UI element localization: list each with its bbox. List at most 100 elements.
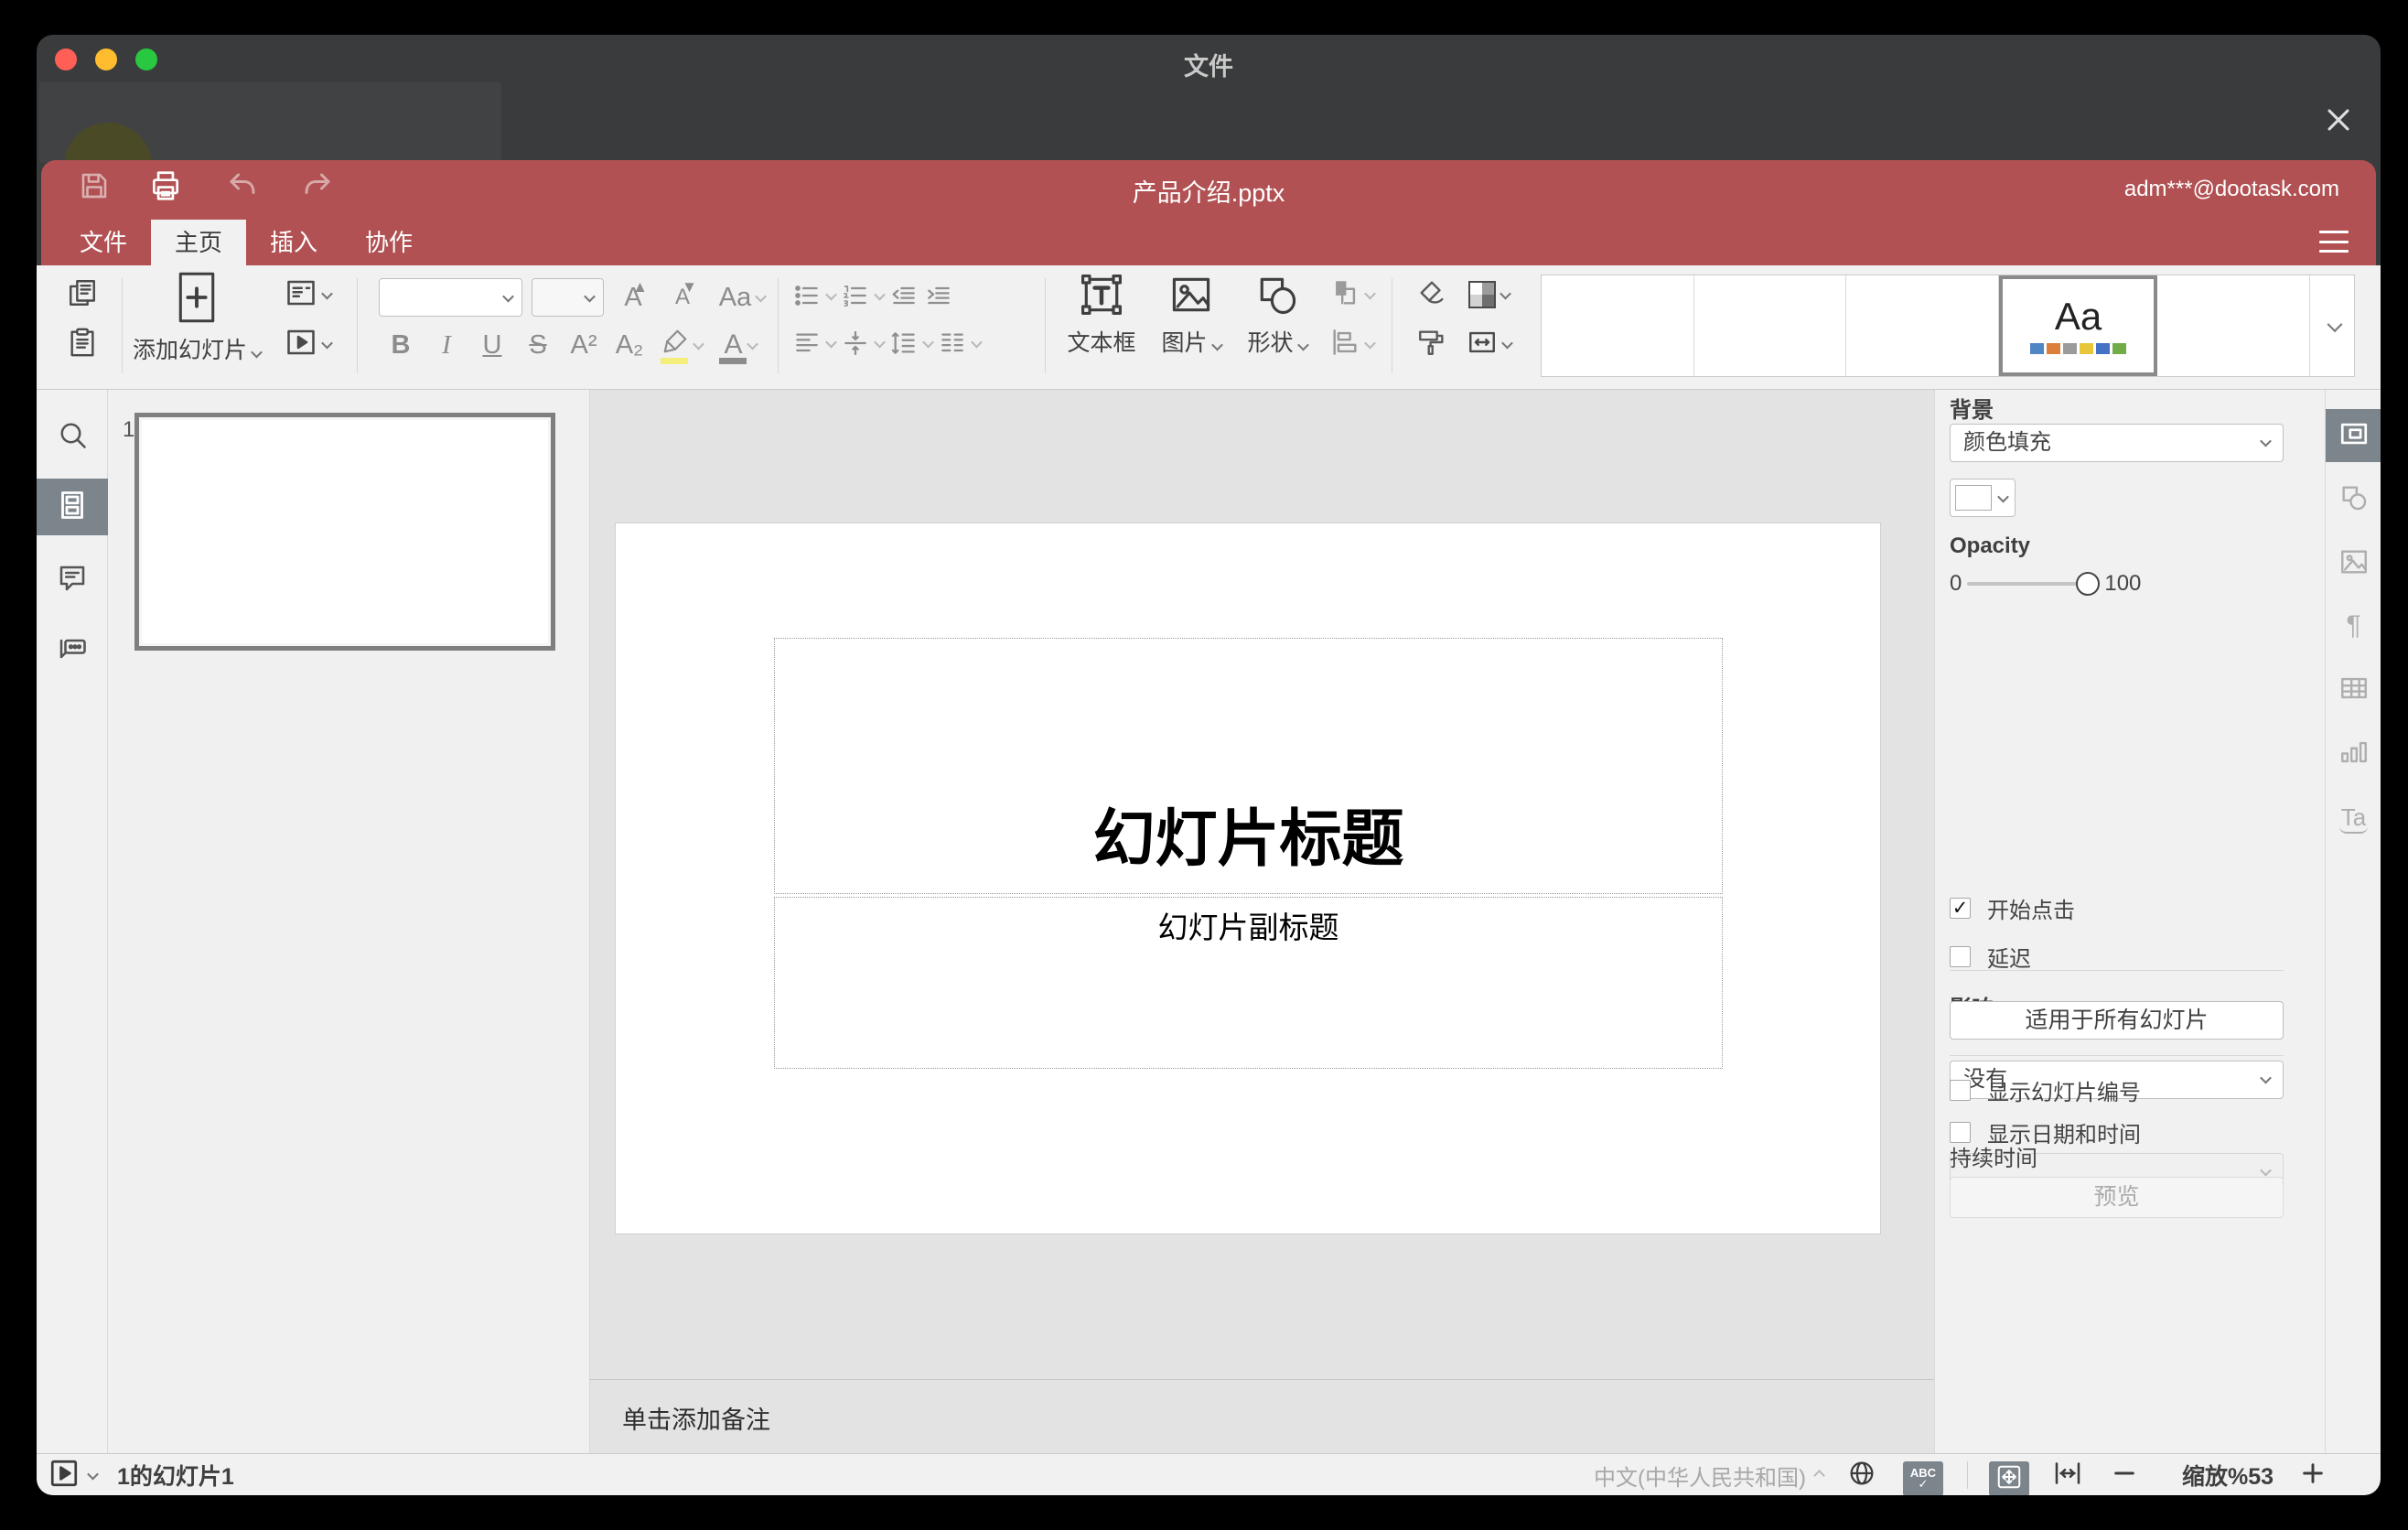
zoom-out-button[interactable]	[2110, 1454, 2139, 1495]
tab-collaboration[interactable]: 协作	[341, 220, 436, 265]
slide-layout-button[interactable]	[273, 273, 342, 317]
show-slide-number-checkbox[interactable]	[1950, 1080, 1971, 1101]
line-spacing-button[interactable]	[889, 322, 934, 364]
add-slide-button[interactable]: 添加幻灯片	[128, 271, 265, 365]
close-overlay-button[interactable]	[2317, 101, 2360, 143]
apply-to-all-slides-button[interactable]: 适用于所有幻灯片	[1950, 1001, 2284, 1040]
decrease-font-button[interactable]: A ▼	[662, 275, 703, 320]
opacity-slider-track[interactable]	[1967, 572, 2101, 596]
chat-panel-button[interactable]	[37, 622, 108, 679]
zoom-level[interactable]: 缩放%53	[2168, 1454, 2287, 1495]
table-settings-icon	[2338, 673, 2370, 708]
chevron-down-icon	[87, 1468, 99, 1480]
slide-thumbnail[interactable]	[134, 413, 555, 651]
tab-insert[interactable]: 插入	[246, 220, 341, 265]
start-on-click-label: 开始点击	[1987, 899, 2075, 923]
horizontal-align-button[interactable]	[792, 322, 837, 364]
theme-option-selected[interactable]: Aa	[1998, 275, 2158, 376]
insert-shape-button[interactable]: 形状	[1237, 271, 1317, 358]
title-placeholder[interactable]: 幻灯片标题	[774, 638, 1723, 894]
decrease-indent-button[interactable]	[889, 275, 919, 317]
fill-color-picker[interactable]	[1950, 479, 2016, 517]
increase-font-button[interactable]: A ▲	[613, 275, 653, 320]
change-case-button[interactable]: Aa	[712, 275, 772, 320]
highlight-color-button[interactable]	[653, 322, 710, 368]
tab-file[interactable]: 文件	[56, 220, 151, 265]
chevron-down-icon	[251, 346, 263, 359]
slide-canvas[interactable]: 幻灯片标题 幻灯片副标题	[616, 523, 1880, 1234]
textart-settings-tab[interactable]: Ta	[2326, 792, 2381, 845]
opacity-max-label: 100	[2104, 571, 2142, 596]
increase-indent-button[interactable]	[924, 275, 953, 317]
opacity-slider-thumb[interactable]	[2076, 572, 2101, 596]
delay-checkbox[interactable]	[1950, 946, 1971, 967]
font-color-button[interactable]: A	[712, 322, 769, 368]
search-button[interactable]	[37, 408, 108, 465]
comments-panel-button[interactable]	[37, 552, 108, 609]
macos-titlebar: 文件	[37, 35, 2381, 82]
opacity-label: Opacity	[1950, 533, 2031, 558]
shape-settings-tab[interactable]	[2326, 473, 2381, 526]
editor-canvas: 幻灯片标题 幻灯片副标题 单击添加备注	[590, 390, 1934, 1453]
slide-fill-color-button[interactable]	[1460, 273, 1517, 317]
spellcheck-toggle[interactable]: ABC ✓	[1903, 1461, 1943, 1495]
textbox-icon	[1078, 274, 1125, 322]
insert-image-button[interactable]: 图片	[1151, 271, 1231, 358]
copy-button[interactable]	[62, 275, 102, 315]
subtitle-placeholder[interactable]: 幻灯片副标题	[774, 897, 1723, 1069]
copy-icon	[67, 277, 98, 313]
arrange-shape-button[interactable]	[1321, 273, 1381, 317]
show-date-time-checkbox[interactable]	[1950, 1122, 1971, 1143]
theme-option[interactable]	[1846, 275, 1999, 376]
bullet-list-button[interactable]	[792, 275, 837, 317]
slides-panel-button[interactable]	[37, 479, 108, 535]
paragraph-settings-tab[interactable]: ¶	[2326, 599, 2381, 652]
tab-home[interactable]: 主页	[151, 220, 247, 265]
strikethrough-button[interactable]: S	[516, 322, 560, 368]
slide-size-button[interactable]	[1460, 322, 1517, 366]
align-shape-button[interactable]	[1321, 322, 1381, 366]
app-window: 文件 产品介绍.pptx adm***@dootask.com 文件 主页 插入…	[37, 35, 2381, 1495]
show-date-time-label: 显示日期和时间	[1987, 1123, 2141, 1148]
italic-button[interactable]: I	[425, 322, 468, 368]
slide-settings-icon	[2338, 418, 2370, 454]
zoom-in-button[interactable]	[2298, 1454, 2327, 1495]
insert-textbox-button[interactable]: 文本框	[1058, 271, 1145, 358]
delay-row: 延迟	[1950, 941, 2031, 973]
vertical-align-button[interactable]	[841, 322, 886, 364]
font-name-select[interactable]	[379, 278, 522, 317]
superscript-button[interactable]: A²	[562, 322, 606, 368]
fit-to-width-button[interactable]	[2051, 1454, 2084, 1495]
numbered-list-button[interactable]	[841, 275, 886, 317]
toolbar-divider	[122, 278, 123, 373]
bold-button[interactable]: B	[379, 322, 423, 368]
theme-option[interactable]	[1542, 275, 1694, 376]
chart-settings-tab[interactable]	[2326, 727, 2381, 781]
paste-button[interactable]	[62, 324, 102, 364]
font-size-select[interactable]	[532, 278, 604, 317]
theme-option[interactable]	[2157, 275, 2310, 376]
shape-label: 形状	[1247, 330, 1294, 356]
clear-style-button[interactable]	[1403, 273, 1460, 317]
notes-area[interactable]: 单击添加备注	[590, 1379, 1934, 1453]
underline-button[interactable]: U	[470, 322, 514, 368]
app-header: 产品介绍.pptx adm***@dootask.com 文件 主页 插入 协作	[41, 160, 2376, 265]
fit-slide-icon	[1995, 1463, 2023, 1495]
hamburger-menu-button[interactable]	[2319, 231, 2349, 253]
set-language-button[interactable]	[1847, 1454, 1876, 1495]
slide-settings-tab[interactable]	[2326, 409, 2381, 462]
start-slideshow-button[interactable]	[273, 322, 342, 366]
start-slideshow-status-button[interactable]	[48, 1454, 99, 1495]
theme-gallery-expand-button[interactable]	[2310, 275, 2354, 376]
table-settings-tab[interactable]	[2326, 663, 2381, 717]
columns-button[interactable]	[938, 322, 983, 364]
theme-option[interactable]	[1694, 275, 1847, 376]
language-selector[interactable]: 中文(中华人民共和国)	[1546, 1454, 1806, 1495]
start-on-click-checkbox[interactable]: ✓	[1950, 898, 1971, 919]
fit-to-slide-button[interactable]	[1989, 1461, 2029, 1495]
background-fill-dropdown[interactable]: 颜色填充	[1950, 424, 2284, 462]
image-settings-tab[interactable]	[2326, 537, 2381, 590]
notes-placeholder-text: 单击添加备注	[622, 1406, 770, 1434]
copy-style-button[interactable]	[1403, 322, 1460, 366]
subscript-button[interactable]: A₂	[607, 322, 651, 368]
